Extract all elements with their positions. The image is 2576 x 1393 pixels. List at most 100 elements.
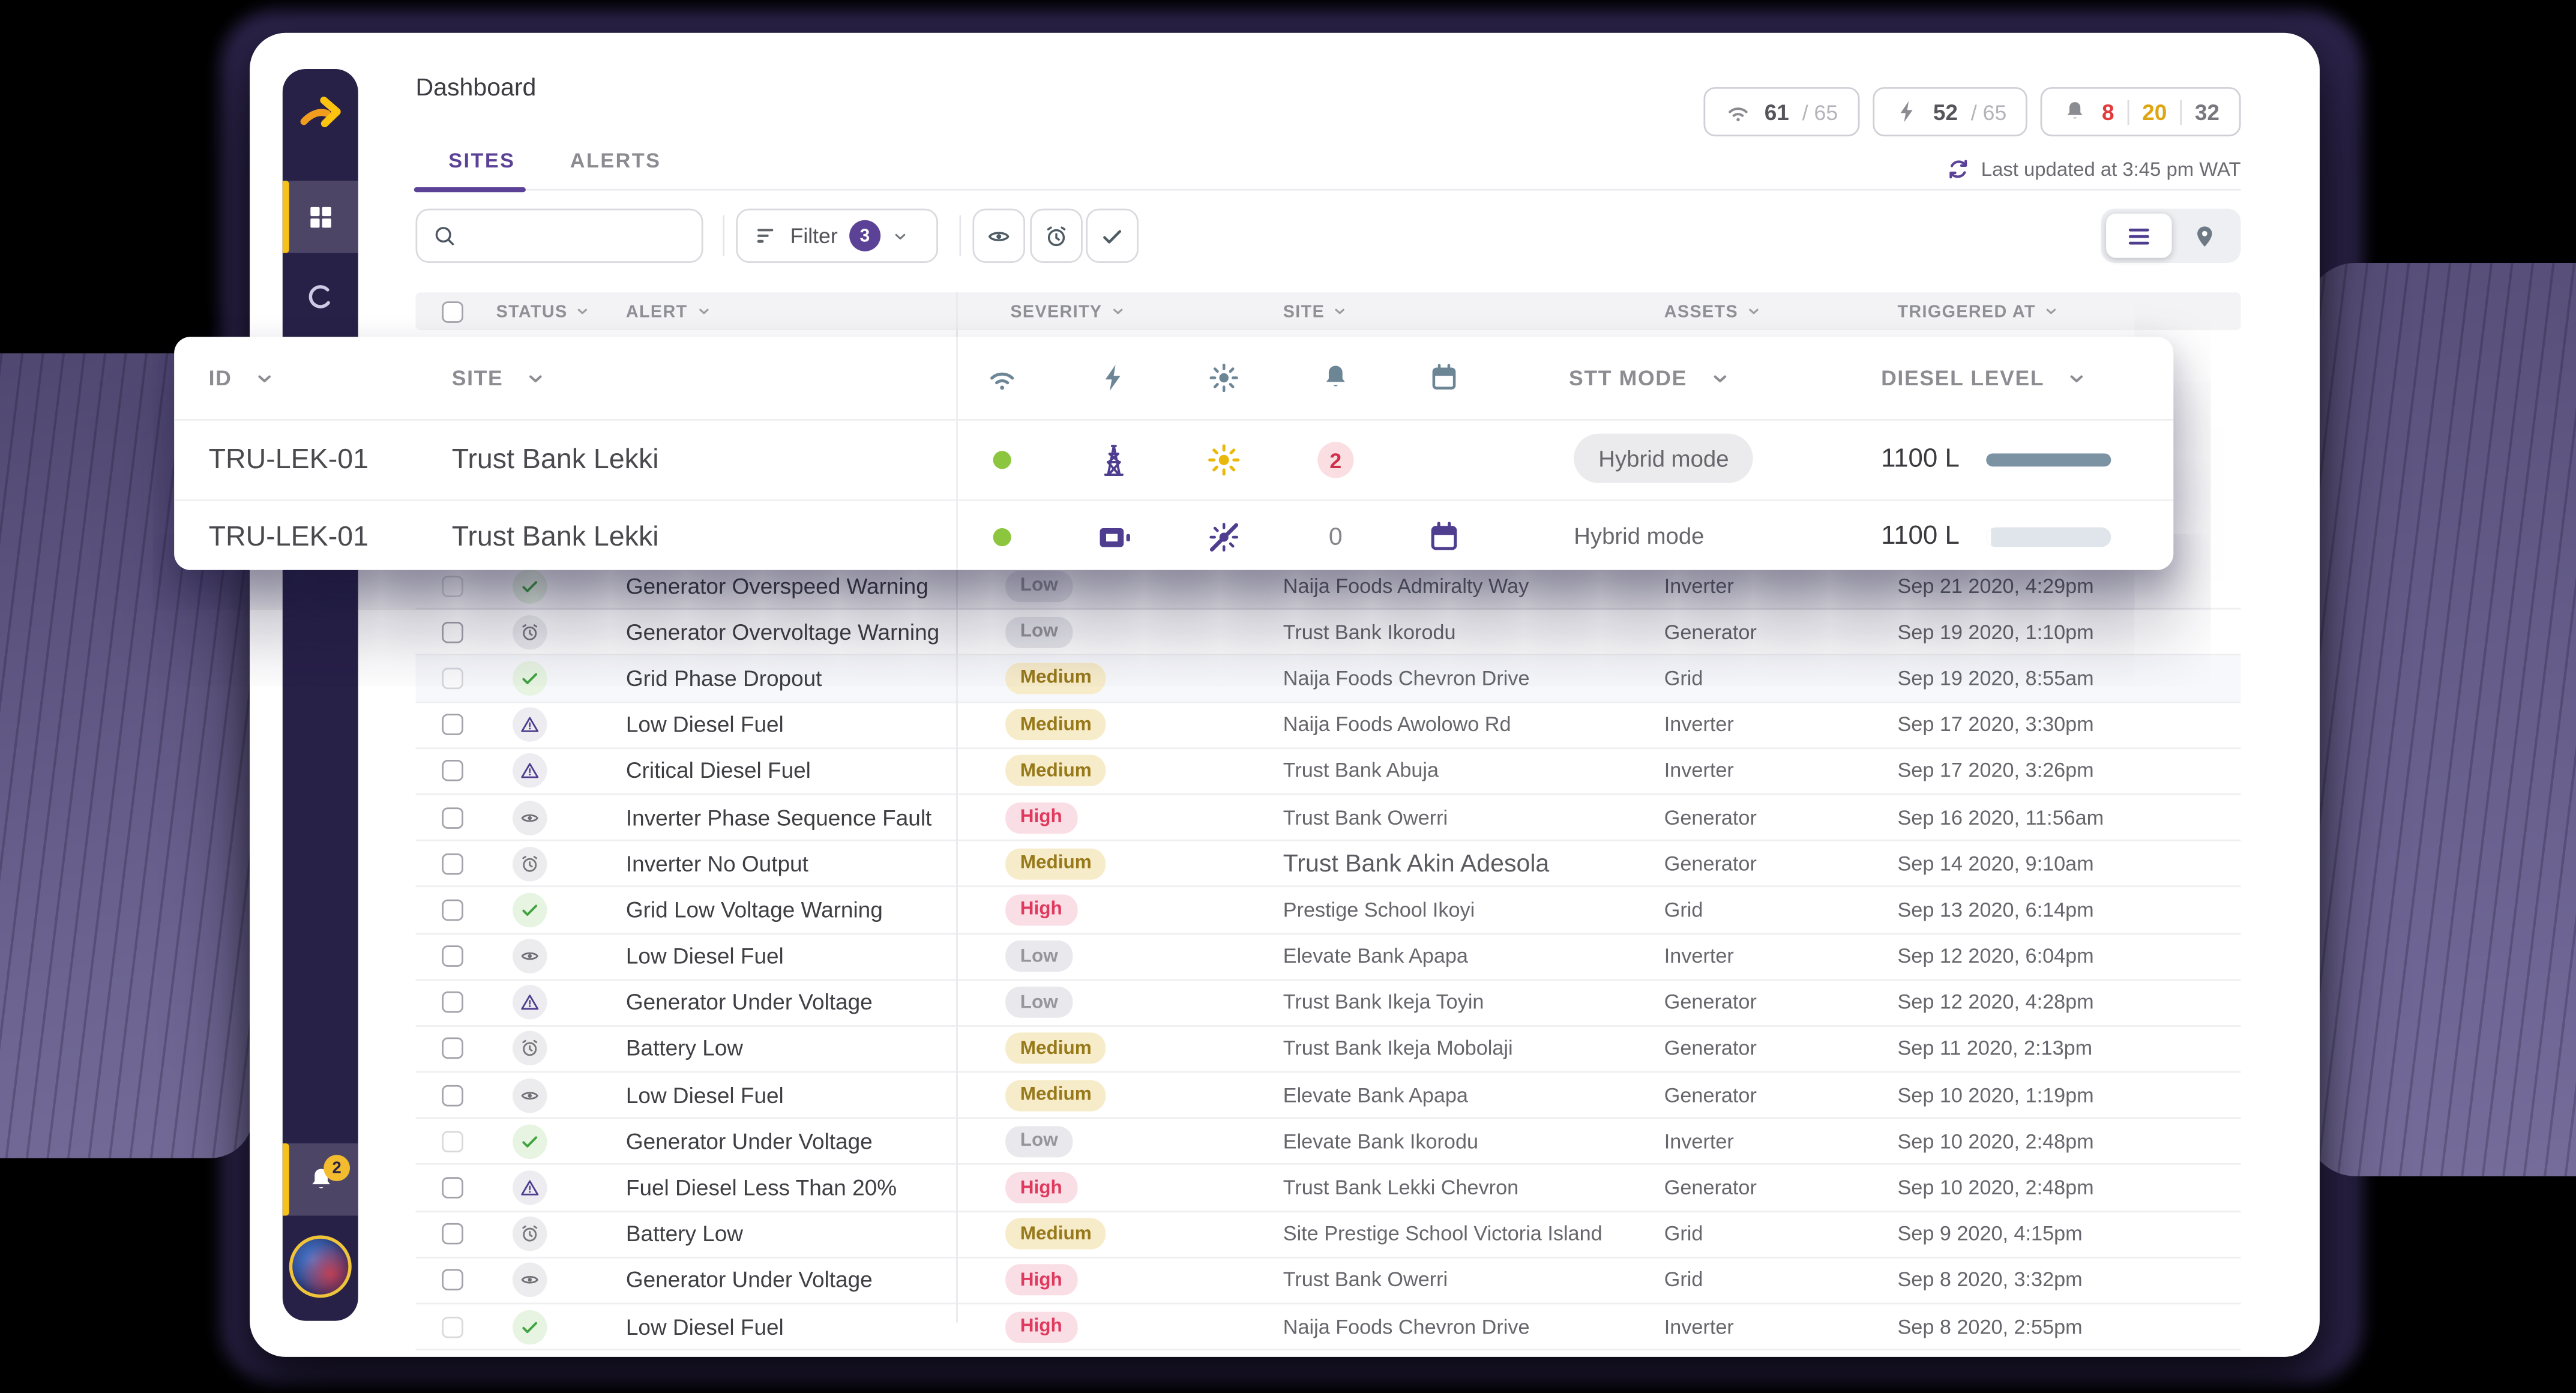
dashboard-grid-icon [305,202,335,232]
table-row[interactable]: Critical Diesel Fuel Medium Trust Bank Abu… [415,748,2241,795]
row-checkbox[interactable] [442,1038,463,1060]
table-row[interactable]: Low Diesel Fuel Medium Elevate Bank Apapa G… [415,1073,2241,1119]
table-row[interactable]: Grid Low Voltage Warning High Prestige Sch… [415,888,2241,934]
table-row[interactable]: Generator Under Voltage High Trust Bank Ow… [415,1258,2241,1305]
row-checkbox[interactable] [442,621,463,643]
table-row[interactable]: Generator Under Voltage Low Trust Bank Ike… [415,980,2241,1027]
row-checkbox[interactable] [442,1223,463,1245]
sun-column-icon [1208,361,1241,394]
page: 2 Dashboard 61 / 65 52 / 65 8 20 32 Last… [0,0,2576,1393]
divider [2180,99,2182,124]
calendar-column-icon [1428,361,1461,394]
row-checkbox[interactable] [442,1084,463,1106]
bell-icon [2062,98,2089,125]
severity-badge: High [1005,801,1077,833]
column-header-site[interactable]: SITE [1283,301,1348,321]
row-checkbox[interactable] [442,899,463,921]
select-all-checkbox[interactable] [442,300,463,322]
overlay-column-site[interactable]: SITE [452,366,546,390]
row-checkbox[interactable] [442,1269,463,1292]
overlay-column-diesel-level[interactable]: DIESEL LEVEL [1881,366,2087,390]
table-row[interactable]: Inverter Phase Sequence Fault High Trust B… [415,795,2241,841]
watch-filter-button[interactable] [972,208,1026,263]
site-name: Trust Bank Lekki [451,444,659,475]
status-check-icon [513,661,547,696]
user-avatar[interactable] [289,1235,352,1298]
row-checkbox[interactable] [442,1131,463,1152]
status-check-icon [513,1309,547,1344]
search-input[interactable] [466,221,687,250]
asset-name: Generator [1664,1037,1757,1061]
filter-button[interactable]: Filter 3 [736,208,938,263]
list-view-button[interactable] [2106,213,2172,258]
online-status-dot [993,451,1011,469]
table-row[interactable]: Low Diesel Fuel Medium Naija Foods Awolowo… [415,702,2241,749]
tower-icon [1094,441,1134,480]
overlay-site-row[interactable]: TRU-LEK-01 Trust Bank Lekki 0 Hybrid mode 11… [174,501,2173,572]
row-checkbox[interactable] [442,945,463,967]
row-checkbox[interactable] [442,1316,463,1338]
alerts-pill[interactable]: 8 20 32 [2041,87,2241,137]
row-checkbox[interactable] [442,575,463,597]
resolved-filter-button[interactable] [1086,208,1139,263]
status-clock-icon [513,846,547,881]
row-checkbox[interactable] [442,714,463,736]
table-row[interactable]: Low Diesel Fuel Low Elevate Bank Apapa Inve… [415,934,2241,981]
table-body: Generator Overspeed Warning Low Naija Food… [415,564,2241,1351]
row-checkbox[interactable] [442,853,463,874]
sidebar-item-reports[interactable] [302,279,339,315]
chevron-down-icon [696,304,711,319]
sidebar-item-notifications[interactable]: 2 [282,1143,358,1216]
asset-name: Inverter [1664,713,1734,736]
app-logo-icon[interactable] [294,85,347,138]
severity-badge: Medium [1005,663,1107,694]
tab-sites[interactable]: SITES [448,149,515,172]
column-header-assets[interactable]: ASSETS [1664,301,1762,321]
triggered-at: Sep 10 2020, 1:19pm [1897,1083,2094,1107]
chevron-down-icon [576,304,591,319]
divider [959,215,961,257]
status-clock-icon [513,1217,547,1251]
column-header-status[interactable]: STATUS [496,301,591,321]
table-row[interactable]: Fuel Diesel Less Than 20% High Trust Bank … [415,1166,2241,1212]
row-checkbox[interactable] [442,807,463,828]
severity-badge: Low [1005,616,1073,648]
column-header-alert[interactable]: ALERT [626,301,711,321]
connectivity-pill[interactable]: 61 / 65 [1703,87,1859,137]
table-row[interactable]: Grid Phase Dropout Medium Naija Foods Chev… [415,656,2241,703]
table-row[interactable]: Low Diesel Fuel High Naija Foods Chevron D… [415,1304,2241,1351]
overlay-site-row[interactable]: TRU-LEK-01 Trust Bank Lekki 2 Hybrid mode 11… [174,421,2174,501]
column-header-triggered-at[interactable]: TRIGGERED AT [1897,301,2059,321]
power-pill[interactable]: 52 / 65 [1872,87,2028,137]
asset-name: Inverter [1664,1315,1734,1338]
status-triangle-icon [513,985,547,1020]
table-row[interactable]: Inverter No Output Medium Trust Bank Akin … [415,841,2241,888]
severity-badge: High [1005,894,1077,926]
overlay-column-stt-mode[interactable]: STT MODE [1569,366,1730,390]
bolt-column-icon [1097,361,1130,394]
filter-funnel-icon [754,223,778,248]
status-triangle-icon [513,707,547,742]
overlay-column-id[interactable]: ID [209,366,275,390]
table-row[interactable]: Generator Under Voltage Low Elevate Bank I… [415,1119,2241,1166]
severity-badge: High [1005,1311,1077,1343]
chevron-down-icon [1333,304,1348,319]
chevron-down-icon [2044,304,2059,319]
row-checkbox[interactable] [442,760,463,782]
tab-alerts[interactable]: ALERTS [570,149,661,172]
table-row[interactable]: Generator Overvoltage Warning Low Trust Ba… [415,610,2241,657]
sidebar-item-dashboard[interactable] [282,181,358,253]
row-checkbox[interactable] [442,1177,463,1199]
snooze-filter-button[interactable] [1030,208,1083,263]
table-row[interactable]: Battery Low Medium Site Prestige School Vi… [415,1212,2241,1259]
row-checkbox[interactable] [442,991,463,1014]
search-box[interactable] [415,208,703,263]
map-view-button[interactable] [2172,223,2236,249]
table-row[interactable]: Battery Low Medium Trust Bank Ikeja Mobola… [415,1026,2241,1073]
triggered-at: Sep 19 2020, 8:55am [1897,667,2094,690]
column-header-severity[interactable]: SEVERITY [1010,301,1125,321]
severity-badge: High [1005,1172,1077,1204]
triggered-at: Sep 12 2020, 6:04pm [1897,945,2094,968]
site-name: Trust Bank Ikeja Mobolaji [1283,1037,1513,1061]
row-checkbox[interactable] [442,667,463,690]
